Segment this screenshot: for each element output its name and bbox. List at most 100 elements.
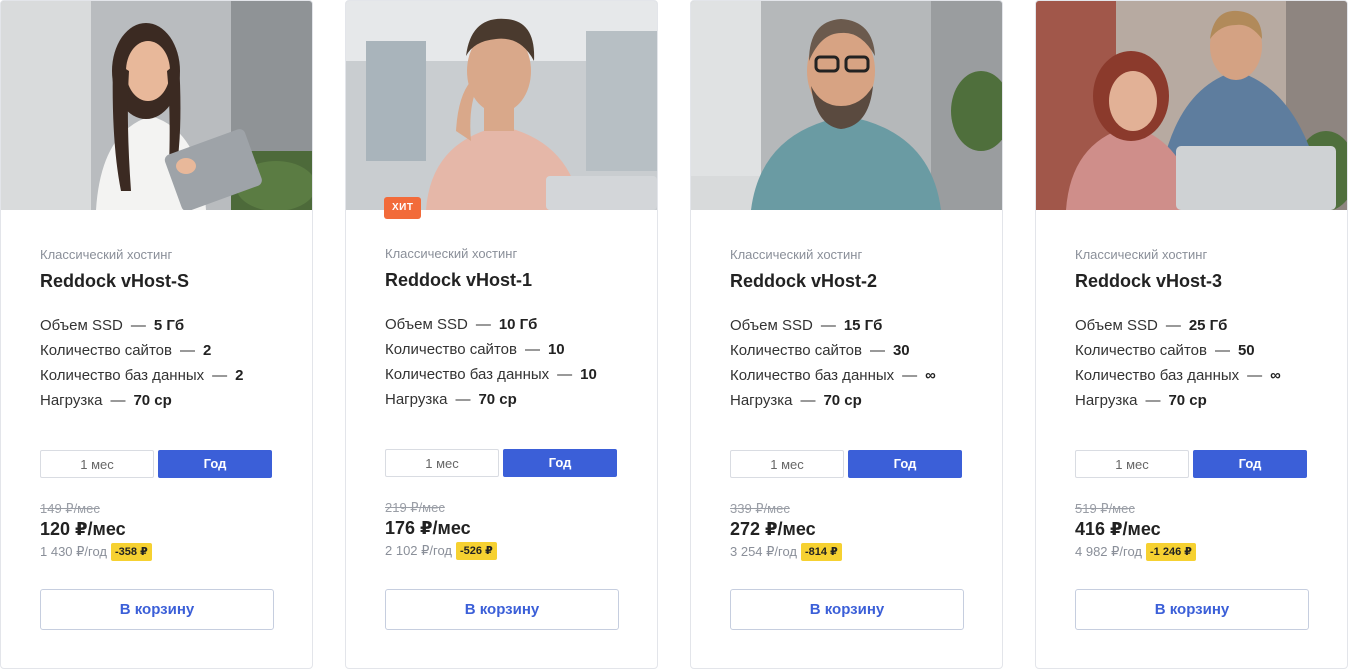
plan-specs: Объем SSD —25 Гб Количество сайтов —50 Кол… (1075, 317, 1281, 417)
period-month-button[interactable]: 1 мес (40, 450, 154, 478)
current-price: 272 ₽/мес (730, 519, 816, 539)
period-year-button[interactable]: Год (503, 449, 617, 477)
spec-label: Объем SSD (730, 317, 813, 334)
yearly-price: 4 982 ₽/год (1075, 544, 1143, 559)
spec-value: 70 ср (1168, 392, 1207, 409)
spec-row: Объем SSD —15 Гб (730, 317, 883, 334)
bearded-man-photo (691, 1, 1002, 210)
spec-label: Нагрузка (1075, 392, 1138, 409)
plan-card-vhost-2: Классический хостинг Reddock vHost-2 Объ… (690, 0, 1003, 669)
plan-category: Классический хостинг (730, 247, 863, 262)
woman-with-tablet-photo (1, 1, 312, 210)
discount-badge: -526 ₽ (456, 542, 497, 560)
spec-label: Объем SSD (1075, 317, 1158, 334)
spec-label: Объем SSD (385, 316, 468, 333)
period-year-button[interactable]: Год (1193, 450, 1307, 478)
spec-label: Количество баз данных (1075, 367, 1240, 384)
spec-row: Количество баз данных — ∞ (730, 367, 936, 384)
man-thinking-photo (346, 1, 657, 210)
plan-category: Классический хостинг (385, 246, 518, 261)
billing-period-toggle: 1 мес Год (1075, 450, 1309, 478)
yearly-price-row: 2 102 ₽/год -526 ₽ (385, 542, 497, 560)
spec-value: 25 Гб (1188, 317, 1228, 334)
spec-value: 2 (202, 342, 212, 359)
spec-value: 15 Гб (843, 317, 883, 334)
spec-row: Нагрузка —70 ср (40, 392, 172, 409)
add-to-cart-button[interactable]: В корзину (1075, 589, 1309, 630)
spec-row: Объем SSD —25 Гб (1075, 317, 1228, 334)
yearly-price: 1 430 ₽/год (40, 544, 108, 559)
spec-label: Количество баз данных (730, 367, 895, 384)
spec-label: Нагрузка (40, 392, 103, 409)
spec-value: 50 (1237, 342, 1255, 359)
current-price: 120 ₽/мес (40, 519, 126, 539)
plan-specs: Объем SSD —5 Гб Количество сайтов —2 Колич… (40, 317, 243, 417)
plan-card-vhost-s: Классический хостинг Reddock vHost-S Объ… (0, 0, 313, 669)
spec-value: ∞ (1270, 367, 1281, 384)
period-year-button[interactable]: Год (158, 450, 272, 478)
spec-row: Количество баз данных — ∞ (1075, 367, 1281, 384)
plan-title: Reddock vHost-S (40, 271, 190, 291)
add-to-cart-button[interactable]: В корзину (730, 589, 964, 630)
billing-period-toggle: 1 мес Год (385, 449, 619, 477)
spec-value: 70 ср (133, 392, 172, 409)
spec-row: Количество сайтов —30 (730, 342, 910, 359)
spec-label: Количество сайтов (1075, 342, 1207, 359)
plan-title: Reddock vHost-3 (1075, 271, 1223, 291)
plan-photo (1036, 1, 1347, 210)
yearly-price-row: 3 254 ₽/год -814 ₽ (730, 543, 842, 561)
spec-row: Нагрузка —70 ср (1075, 392, 1207, 409)
current-price: 176 ₽/мес (385, 518, 471, 538)
couple-with-laptop-photo (1036, 1, 1347, 210)
period-month-button[interactable]: 1 мес (730, 450, 844, 478)
spec-label: Количество сайтов (730, 342, 862, 359)
spec-value: 70 ср (823, 392, 862, 409)
spec-label: Количество баз данных (40, 367, 205, 384)
plan-card-vhost-1: ХИТ Классический хостинг Reddock vHost-1… (345, 0, 658, 669)
spec-row: Нагрузка —70 ср (730, 392, 862, 409)
yearly-price: 3 254 ₽/год (730, 544, 798, 559)
yearly-price-row: 4 982 ₽/год -1 246 ₽ (1075, 543, 1196, 561)
spec-value: 5 Гб (153, 317, 185, 334)
hit-badge: ХИТ (384, 197, 422, 219)
spec-label: Нагрузка (730, 392, 793, 409)
old-price: 219 ₽/мес (385, 500, 445, 515)
spec-row: Количество сайтов —10 (385, 341, 565, 358)
plan-card-vhost-3: Классический хостинг Reddock vHost-3 Объ… (1035, 0, 1348, 669)
spec-value: 30 (892, 342, 910, 359)
plan-title: Reddock vHost-1 (385, 270, 533, 290)
yearly-price: 2 102 ₽/год (385, 543, 453, 558)
period-month-button[interactable]: 1 мес (1075, 450, 1189, 478)
discount-badge: -814 ₽ (801, 543, 842, 561)
spec-value: 70 ср (478, 391, 517, 408)
plan-photo (346, 1, 657, 210)
plan-photo (1, 1, 312, 210)
spec-row: Количество баз данных —2 (40, 367, 244, 384)
spec-label: Количество баз данных (385, 366, 550, 383)
spec-label: Нагрузка (385, 391, 448, 408)
old-price: 149 ₽/мес (40, 501, 100, 516)
spec-row: Объем SSD —5 Гб (40, 317, 185, 334)
old-price: 339 ₽/мес (730, 501, 790, 516)
period-year-button[interactable]: Год (848, 450, 962, 478)
plan-category: Классический хостинг (1075, 247, 1208, 262)
discount-badge: -1 246 ₽ (1146, 543, 1196, 561)
add-to-cart-button[interactable]: В корзину (40, 589, 274, 630)
add-to-cart-button[interactable]: В корзину (385, 589, 619, 630)
plan-category: Классический хостинг (40, 247, 173, 262)
spec-value: 10 Гб (498, 316, 538, 333)
spec-row: Количество сайтов —50 (1075, 342, 1255, 359)
spec-label: Количество сайтов (385, 341, 517, 358)
billing-period-toggle: 1 мес Год (730, 450, 964, 478)
spec-value: 10 (547, 341, 565, 358)
spec-row: Нагрузка —70 ср (385, 391, 517, 408)
current-price: 416 ₽/мес (1075, 519, 1161, 539)
spec-value: ∞ (925, 367, 936, 384)
plan-photo (691, 1, 1002, 210)
discount-badge: -358 ₽ (111, 543, 152, 561)
billing-period-toggle: 1 мес Год (40, 450, 274, 478)
spec-row: Количество сайтов —2 (40, 342, 212, 359)
plan-specs: Объем SSD —10 Гб Количество сайтов —10 Кол… (385, 316, 597, 416)
spec-row: Объем SSD —10 Гб (385, 316, 538, 333)
period-month-button[interactable]: 1 мес (385, 449, 499, 477)
